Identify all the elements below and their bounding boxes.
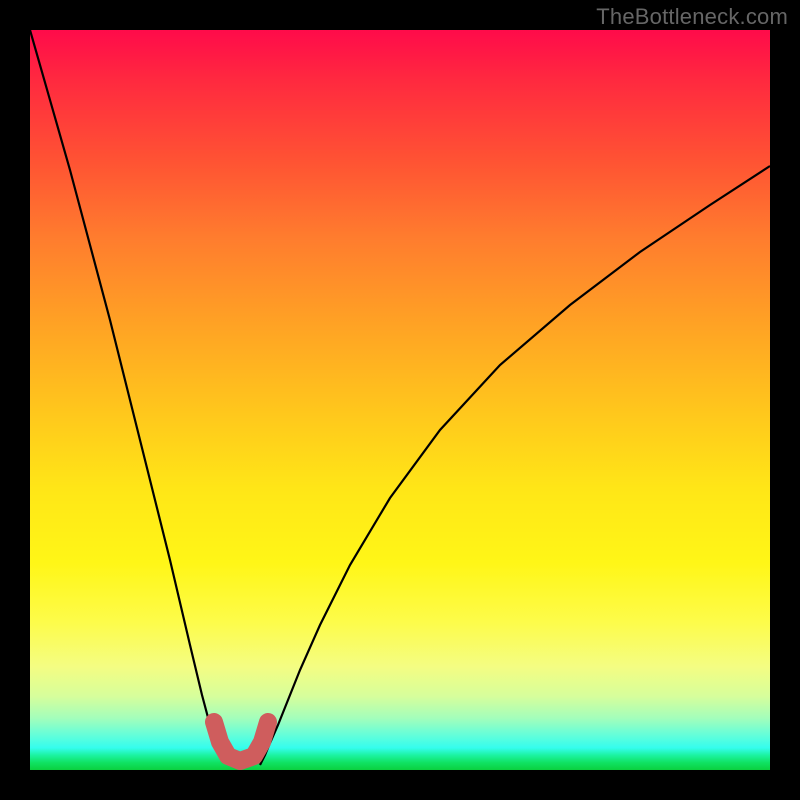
left-curve [30, 30, 230, 765]
right-curve [260, 166, 770, 765]
bottom-u-marker [214, 722, 268, 761]
watermark-text: TheBottleneck.com [596, 4, 788, 30]
plot-svg [30, 30, 770, 770]
chart-container: TheBottleneck.com [0, 0, 800, 800]
